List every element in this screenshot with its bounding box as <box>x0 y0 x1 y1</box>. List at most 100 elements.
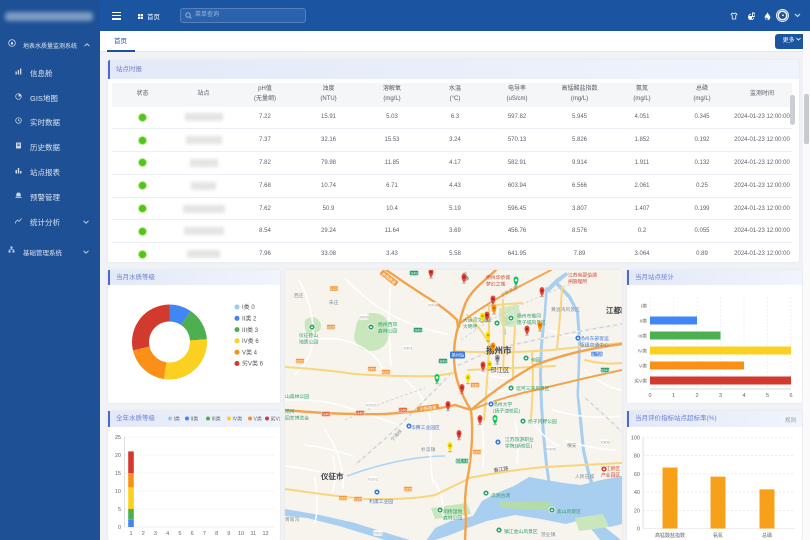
svg-text:S49: S49 <box>410 270 418 275</box>
svg-text:利浦工业园: 利浦工业园 <box>369 498 393 505</box>
svg-text:园艺博览会: 园艺博览会 <box>285 414 309 421</box>
svg-text:XX06: XX06 <box>428 302 439 307</box>
svg-text:K202: K202 <box>368 476 378 481</box>
svg-text:森林公园: 森林公园 <box>378 327 397 334</box>
svg-text:S336: S336 <box>403 486 413 491</box>
svg-text:4: 4 <box>166 531 169 537</box>
svg-text:1: 1 <box>129 531 132 537</box>
svg-text:扬州市: 扬州市 <box>486 345 512 355</box>
svg-text:何园: 何园 <box>531 356 541 363</box>
svg-text:邗江区: 邗江区 <box>490 366 510 374</box>
svg-text:0: 0 <box>637 526 640 532</box>
svg-text:10: 10 <box>115 489 121 495</box>
svg-text:人民石城: 人民石城 <box>575 473 594 480</box>
svg-text:G40: G40 <box>322 411 330 416</box>
svg-text:X006: X006 <box>359 314 369 319</box>
svg-text:扬州站: 扬州站 <box>452 351 465 358</box>
svg-text:仪征捺山: 仪征捺山 <box>299 332 318 339</box>
svg-text:2: 2 <box>142 531 145 537</box>
svg-text:氨氮: 氨氮 <box>713 532 723 539</box>
svg-text:山森林公园: 山森林公园 <box>285 393 309 400</box>
svg-text:11: 11 <box>250 531 256 537</box>
svg-text:S269: S269 <box>295 358 305 363</box>
svg-text:运河三湾风景区: 运河三湾风景区 <box>516 385 550 392</box>
svg-text:S353: S353 <box>367 366 377 371</box>
svg-text:扬州西郊: 扬州西郊 <box>378 321 397 328</box>
svg-text:0: 0 <box>118 525 121 531</box>
svg-text:S125: S125 <box>353 496 363 501</box>
svg-text:1: 1 <box>672 393 675 399</box>
svg-text:3: 3 <box>719 393 722 399</box>
svg-text:III类 3: III类 3 <box>242 326 259 334</box>
svg-text:15: 15 <box>115 471 121 477</box>
svg-text:V类: V类 <box>254 416 262 423</box>
svg-text:劣V类: 劣V类 <box>634 378 647 385</box>
svg-text:胥家沟: 胥家沟 <box>285 516 300 523</box>
svg-text:3: 3 <box>154 531 157 537</box>
svg-text:S356: S356 <box>338 495 348 500</box>
svg-text:S353: S353 <box>381 369 391 374</box>
svg-text:X301: X301 <box>403 345 413 350</box>
svg-text:20: 20 <box>115 453 121 459</box>
svg-text:S36: S36 <box>471 382 479 387</box>
svg-text:江苏旅游职业: 江苏旅游职业 <box>505 436 534 443</box>
svg-text:枢纽交通中心: 枢纽交通中心 <box>580 341 609 348</box>
svg-text:地质公园: 地质公园 <box>299 338 318 345</box>
svg-text:IV类: IV类 <box>233 416 243 423</box>
svg-text:大明寺: 大明寺 <box>463 323 478 330</box>
svg-text:V类 4: V类 4 <box>242 348 258 356</box>
svg-text:扬州: 扬州 <box>285 408 295 415</box>
svg-text:X001: X001 <box>373 530 383 535</box>
svg-text:焦山风景区: 焦山风景区 <box>557 508 581 515</box>
svg-text:8: 8 <box>215 531 218 537</box>
svg-text:6: 6 <box>191 531 194 537</box>
svg-text:S49: S49 <box>414 327 422 332</box>
svg-text:S125: S125 <box>329 286 339 291</box>
svg-text:20: 20 <box>634 508 640 514</box>
svg-text:森林公园: 森林公园 <box>443 514 462 521</box>
svg-text:扬州华侨城: 扬州华侨城 <box>486 274 510 281</box>
svg-text:润扬大桥: 润扬大桥 <box>454 457 470 463</box>
svg-text:华腾工业园区: 华腾工业园区 <box>411 424 440 431</box>
svg-text:2: 2 <box>695 393 698 399</box>
svg-text:5: 5 <box>118 507 121 513</box>
svg-text:4: 4 <box>742 393 745 399</box>
svg-text:10: 10 <box>238 531 244 537</box>
svg-text:扬州市蜀冈: 扬州市蜀冈 <box>517 312 541 319</box>
svg-text:40: 40 <box>634 490 640 496</box>
svg-text:扬子冈野公园: 扬子冈野公园 <box>528 418 557 425</box>
svg-text:闵扬湿地: 闵扬湿地 <box>443 508 462 515</box>
svg-text:营业镇: 营业镇 <box>541 531 556 538</box>
svg-text:IV类: IV类 <box>638 348 648 355</box>
svg-text:扬州大学: 扬州大学 <box>493 401 512 408</box>
svg-text:闸管理所: 闸管理所 <box>568 278 587 285</box>
svg-text:朴渎镇: 朴渎镇 <box>421 446 436 453</box>
svg-text:镇江金山风景区: 镇江金山风景区 <box>504 528 538 535</box>
svg-text:瓜洲古渡: 瓜洲古渡 <box>491 492 510 499</box>
svg-text:V类: V类 <box>639 363 647 370</box>
svg-text:II类: II类 <box>640 318 648 325</box>
svg-text:S335: S335 <box>326 324 336 329</box>
svg-text:劣V类: 劣V类 <box>271 416 281 423</box>
svg-text:5: 5 <box>766 393 769 399</box>
svg-text:5: 5 <box>178 531 181 537</box>
svg-text:横安: 横安 <box>567 442 577 449</box>
svg-text:12: 12 <box>262 531 268 537</box>
svg-text:(扬子津校区): (扬子津校区) <box>493 407 521 414</box>
svg-text:金湾路: 金湾路 <box>591 350 603 356</box>
svg-text:总磷: 总磷 <box>762 532 772 539</box>
svg-text:扬州东部客运: 扬州东部客运 <box>580 335 609 342</box>
svg-text:劣V类 6: 劣V类 6 <box>242 360 264 368</box>
svg-text:II类 2: II类 2 <box>242 315 257 323</box>
svg-text:0: 0 <box>648 393 651 399</box>
svg-text:I类: I类 <box>174 416 180 423</box>
svg-text:25: 25 <box>115 435 121 441</box>
svg-text:S356: S356 <box>472 449 482 454</box>
svg-text:100: 100 <box>631 435 640 441</box>
svg-text:7: 7 <box>203 531 206 537</box>
svg-text:产业园区: 产业园区 <box>601 471 620 478</box>
svg-text:II类: II类 <box>191 416 199 423</box>
svg-text:80: 80 <box>634 453 640 459</box>
svg-text:I类 0: I类 0 <box>242 303 255 311</box>
svg-text:III类: III类 <box>212 416 221 423</box>
